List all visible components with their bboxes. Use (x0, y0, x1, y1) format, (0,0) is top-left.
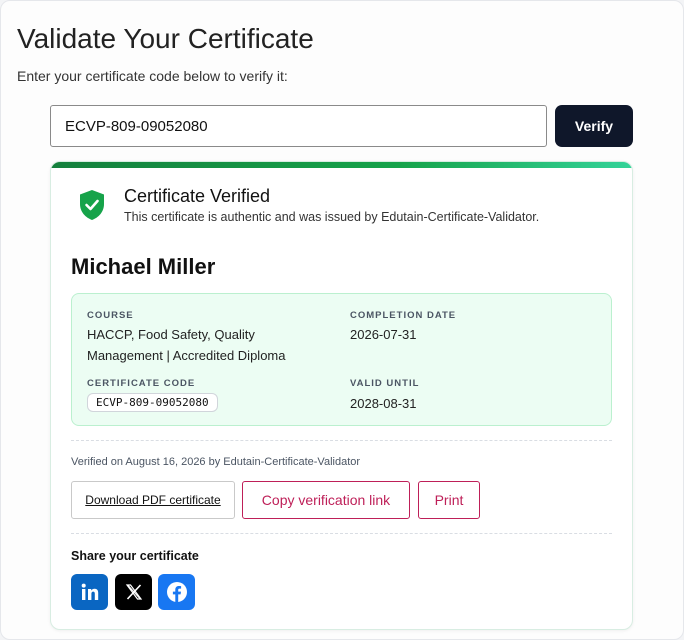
facebook-icon (166, 582, 187, 602)
divider (71, 440, 612, 441)
validator-panel: Validate Your Certificate Enter your cer… (0, 0, 684, 640)
share-facebook-button[interactable] (158, 574, 195, 610)
certificate-holder-name: Michael Miller (71, 254, 216, 279)
course-value-line2: Management | Accredited Diploma (87, 348, 286, 363)
status-title: Certificate Verified (124, 186, 271, 206)
certificate-details: COURSE HACCP, Food Safety, Quality Manag… (71, 293, 612, 426)
x-icon (125, 584, 142, 600)
certificate-code-value: ECVP-809-09052080 (87, 393, 218, 412)
status-description: This certificate is authentic and was is… (124, 210, 540, 224)
verification-result-card: Certificate Verified This certificate is… (50, 161, 633, 630)
copy-verification-link-button[interactable]: Copy verification link (242, 481, 410, 519)
page-title: Validate Your Certificate (17, 23, 314, 54)
card-accent-bar (51, 162, 632, 168)
divider (71, 533, 612, 534)
course-value-line1: HACCP, Food Safety, Quality (87, 327, 255, 342)
share-linkedin-button[interactable] (71, 574, 108, 610)
valid-until-label: VALID UNTIL (350, 378, 420, 389)
shield-check-icon (80, 190, 104, 220)
completion-date-label: COMPLETION DATE (350, 310, 457, 321)
certificate-code-input[interactable] (50, 105, 547, 147)
valid-until-value: 2028-08-31 (350, 396, 417, 411)
download-pdf-button[interactable]: Download PDF certificate (71, 481, 235, 519)
course-label: COURSE (87, 310, 134, 321)
share-title: Share your certificate (71, 549, 199, 563)
page-subtitle: Enter your certificate code below to ver… (17, 68, 288, 84)
verified-on-text: Verified on August 16, 2026 by Edutain-C… (71, 456, 361, 468)
completion-date-value: 2026-07-31 (350, 327, 417, 342)
linkedin-icon (81, 583, 98, 600)
print-button[interactable]: Print (418, 481, 480, 519)
share-x-button[interactable] (115, 574, 152, 610)
verify-button[interactable]: Verify (555, 105, 633, 147)
certificate-code-label: CERTIFICATE CODE (87, 378, 196, 389)
